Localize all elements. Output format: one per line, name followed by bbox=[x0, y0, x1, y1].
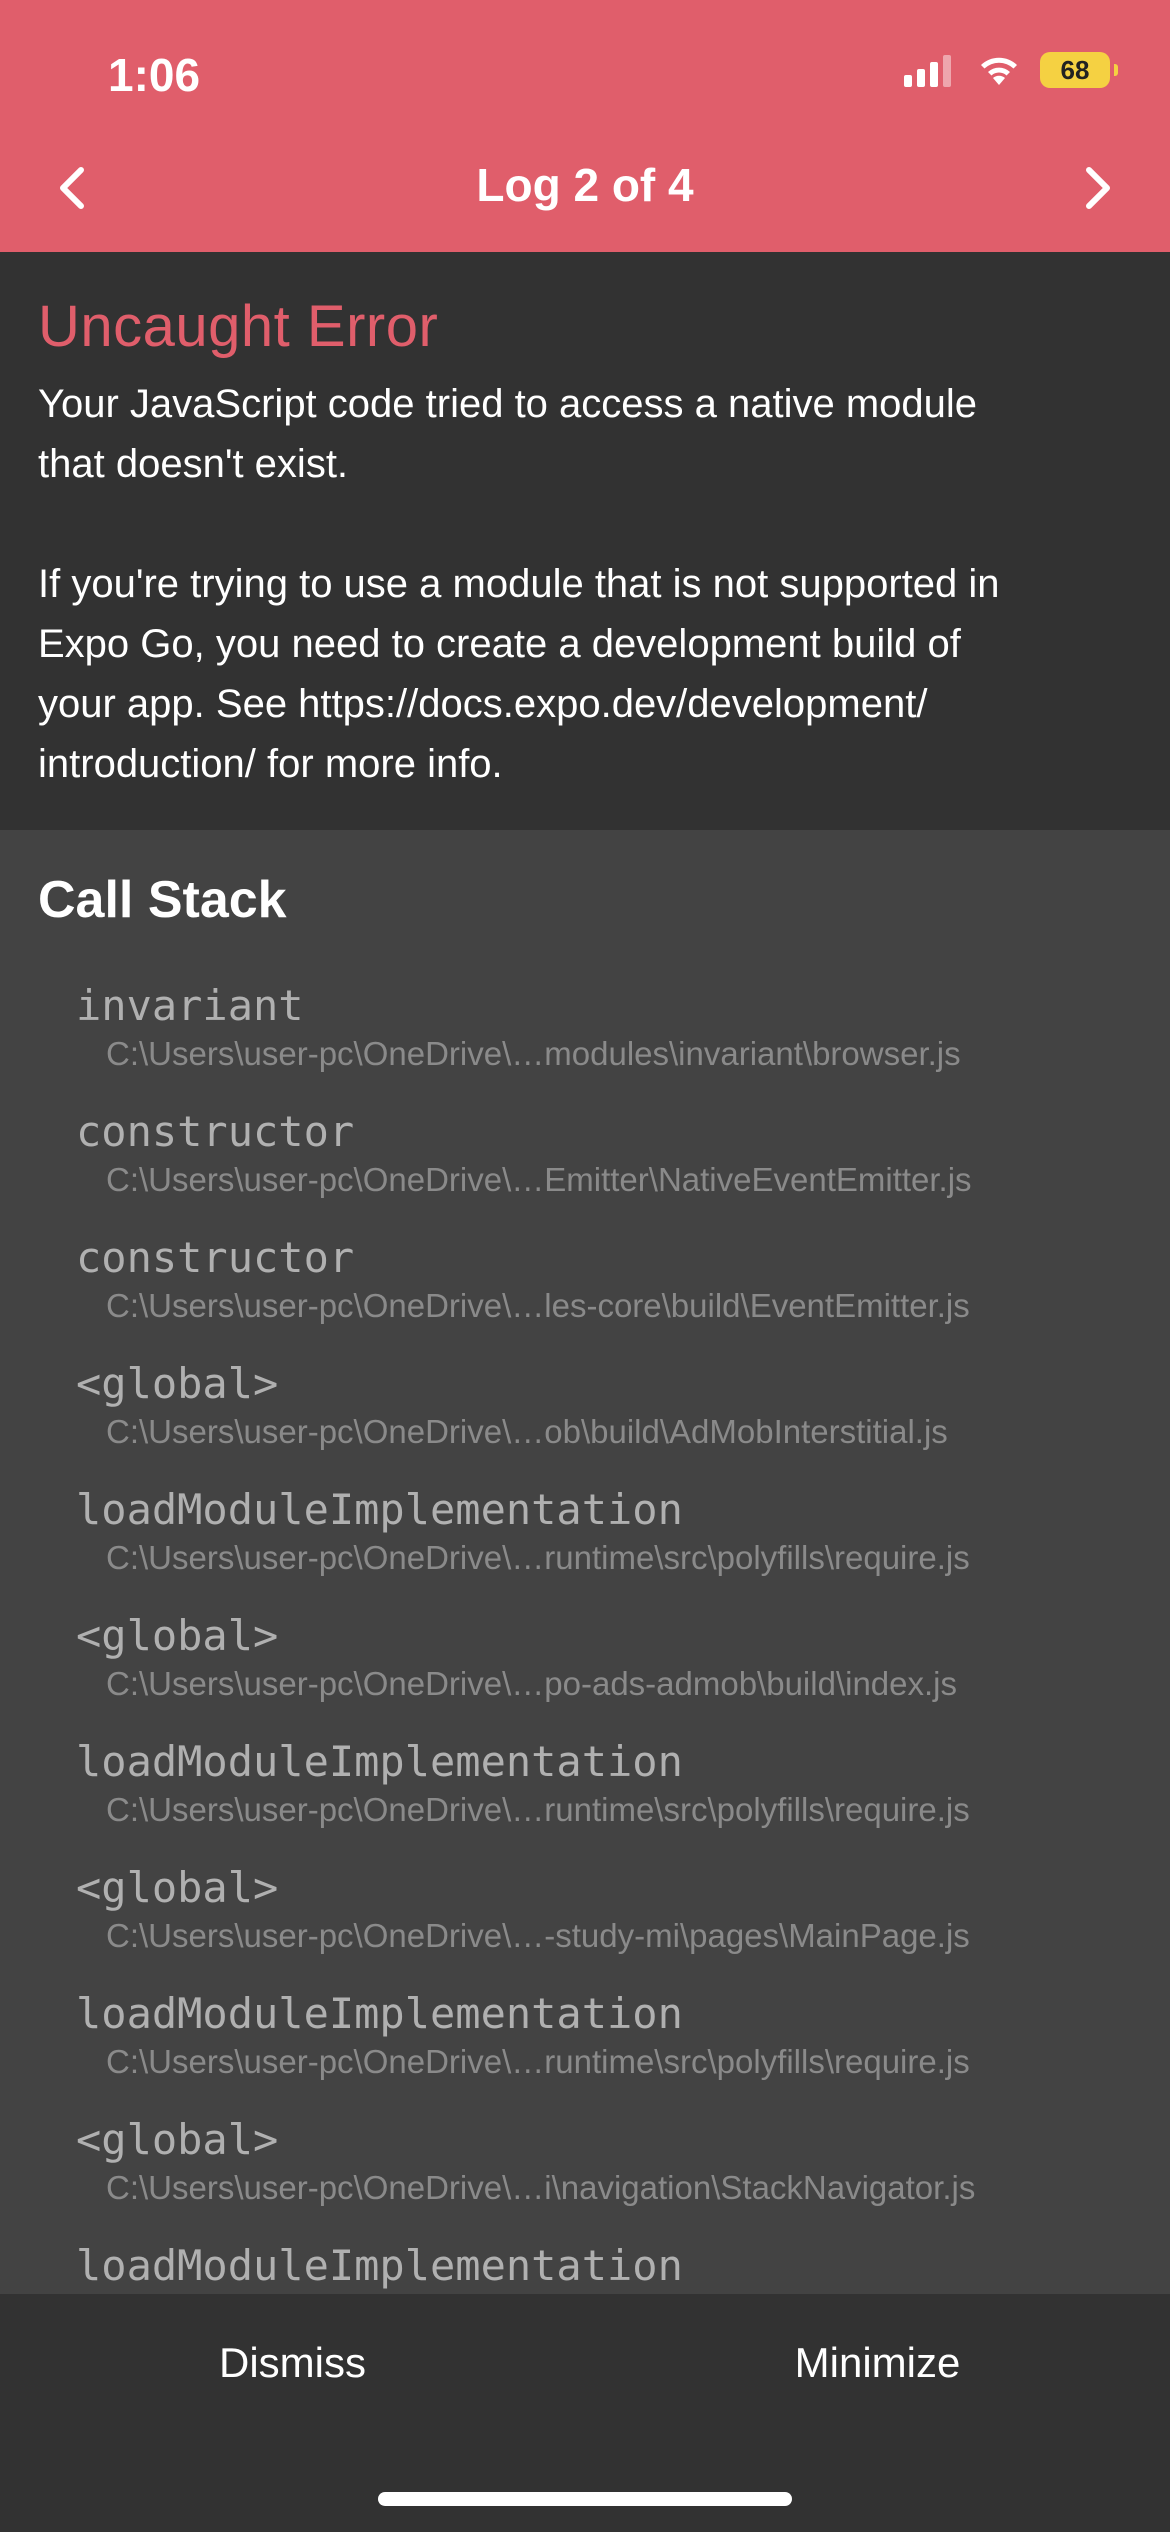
status-bar-icons: 68 bbox=[904, 52, 1118, 88]
stack-frame-function: loadModuleImplementation bbox=[76, 2241, 683, 2290]
log-header: 1:06 68 Log 2 of 4 bbox=[0, 0, 1170, 252]
footer-bar: Dismiss Minimize bbox=[0, 2294, 1170, 2532]
error-section: Uncaught Error Your JavaScript code trie… bbox=[0, 252, 1170, 830]
call-stack-list: invariant C:\Users\user-pc\OneDrive\…mod… bbox=[76, 980, 1156, 2294]
error-title: Uncaught Error bbox=[38, 294, 439, 359]
stack-frame[interactable]: <global> C:\Users\user-pc\OneDrive\…-stu… bbox=[76, 1862, 1156, 1988]
stack-frame-function: constructor bbox=[76, 1233, 355, 1282]
stack-frame[interactable]: <global> C:\Users\user-pc\OneDrive\…i\na… bbox=[76, 2114, 1156, 2240]
stack-frame-function: loadModuleImplementation bbox=[76, 1485, 683, 1534]
stack-frame-file: C:\Users\user-pc\OneDrive\…modules\invar… bbox=[106, 1035, 961, 1072]
stack-frame-file: C:\Users\user-pc\OneDrive\…po-ads-admob\… bbox=[106, 1665, 958, 1702]
home-indicator[interactable] bbox=[378, 2492, 792, 2506]
stack-frame[interactable]: constructor C:\Users\user-pc\OneDrive\…l… bbox=[76, 1232, 1156, 1358]
stack-frame[interactable]: <global> C:\Users\user-pc\OneDrive\…ob\b… bbox=[76, 1358, 1156, 1484]
stack-frame-function: loadModuleImplementation bbox=[76, 1737, 683, 1786]
stack-frame-file: C:\Users\user-pc\OneDrive\…runtime\src\p… bbox=[106, 2043, 970, 2080]
stack-frame-function: constructor bbox=[76, 1107, 355, 1156]
stack-frame[interactable]: loadModuleImplementation bbox=[76, 2240, 1156, 2294]
log-counter-title: Log 2 of 4 bbox=[476, 159, 694, 211]
stack-frame-function: <global> bbox=[76, 2115, 279, 2164]
call-stack-title: Call Stack bbox=[38, 871, 287, 929]
stack-frame[interactable]: loadModuleImplementation C:\Users\user-p… bbox=[76, 1736, 1156, 1862]
stack-frame-file: C:\Users\user-pc\OneDrive\…ob\build\AdMo… bbox=[106, 1413, 948, 1450]
wifi-icon bbox=[981, 57, 1017, 85]
next-log-button[interactable] bbox=[1074, 158, 1122, 218]
stack-frame-function: <global> bbox=[76, 1863, 279, 1912]
dismiss-button[interactable]: Dismiss bbox=[0, 2328, 585, 2398]
stack-frame-function: loadModuleImplementation bbox=[76, 1989, 683, 2038]
battery-level: 68 bbox=[1060, 54, 1090, 85]
call-stack-section[interactable]: Call Stack invariant C:\Users\user-pc\On… bbox=[0, 830, 1170, 2294]
stack-frame[interactable]: loadModuleImplementation C:\Users\user-p… bbox=[76, 1484, 1156, 1610]
stack-frame-file: C:\Users\user-pc\OneDrive\…i\navigation\… bbox=[106, 2169, 976, 2206]
stack-frame-function: <global> bbox=[76, 1611, 279, 1660]
stack-frame-file: C:\Users\user-pc\OneDrive\…Emitter\Nativ… bbox=[106, 1161, 972, 1198]
stack-frame-function: <global> bbox=[76, 1359, 279, 1408]
stack-frame-file: C:\Users\user-pc\OneDrive\…-study-mi\pag… bbox=[106, 1917, 970, 1954]
chevron-right-icon bbox=[1086, 167, 1110, 209]
stack-frame[interactable]: loadModuleImplementation C:\Users\user-p… bbox=[76, 1988, 1156, 2114]
stack-frame-file: C:\Users\user-pc\OneDrive\…runtime\src\p… bbox=[106, 1539, 970, 1576]
stack-frame-file: C:\Users\user-pc\OneDrive\…runtime\src\p… bbox=[106, 1791, 970, 1828]
battery-icon: 68 bbox=[1040, 52, 1118, 88]
minimize-button[interactable]: Minimize bbox=[585, 2328, 1170, 2398]
cellular-signal-icon bbox=[904, 53, 956, 87]
error-message: Your JavaScript code tried to access a n… bbox=[38, 382, 1000, 786]
stack-frame[interactable]: constructor C:\Users\user-pc\OneDrive\…E… bbox=[76, 1106, 1156, 1232]
stack-frame[interactable]: invariant C:\Users\user-pc\OneDrive\…mod… bbox=[76, 980, 1156, 1106]
status-bar-time: 1:06 bbox=[108, 49, 201, 101]
stack-frame[interactable]: <global> C:\Users\user-pc\OneDrive\…po-a… bbox=[76, 1610, 1156, 1736]
stack-frame-file: C:\Users\user-pc\OneDrive\…les-core\buil… bbox=[106, 1287, 970, 1324]
stack-frame-function: invariant bbox=[76, 981, 304, 1030]
